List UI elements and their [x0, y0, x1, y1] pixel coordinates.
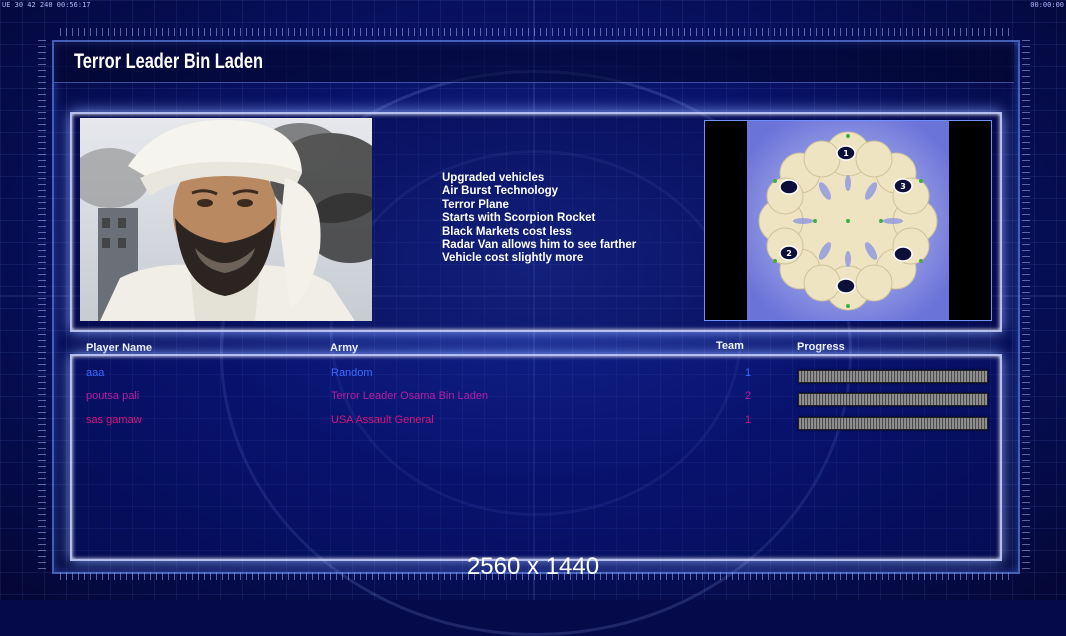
hud-top-left-readout: UE 30 42 240 00:56:17	[2, 1, 91, 9]
start-position-1: 1	[843, 149, 849, 158]
player-team: 1	[745, 367, 752, 379]
general-features-list: Upgraded vehicles Air Burst Technology T…	[442, 172, 636, 266]
header-team: Team	[716, 340, 744, 352]
feature-item: Vehicle cost slightly more	[442, 252, 584, 265]
table-row: poutsa pali Terror Leader Osama Bin Lade…	[86, 390, 996, 410]
player-name: aaa	[86, 367, 105, 379]
player-name: sas gamaw	[86, 414, 142, 426]
player-team: 2	[745, 390, 752, 402]
feature-item: Upgraded vehicles	[442, 172, 545, 184]
resolution-label: 2560 x 1440	[466, 553, 600, 580]
feature-item: Terror Plane	[442, 198, 509, 211]
hud-top-right-readout: 00:00:00	[1030, 1, 1064, 9]
player-army: Random	[331, 367, 373, 379]
player-army: USA Assault General	[331, 414, 434, 426]
map-preview: 1 2 3	[704, 120, 992, 321]
general-title: Terror Leader Bin Laden	[74, 50, 264, 73]
start-position-2: 2	[786, 249, 792, 258]
player-progress-bar	[798, 393, 988, 406]
player-progress-bar	[798, 370, 988, 383]
table-row: sas gamaw USA Assault General 1	[86, 414, 996, 434]
table-row: aaa Random 1	[86, 367, 996, 387]
ruler-top	[60, 28, 1010, 36]
header-player-name: Player Name	[86, 342, 153, 354]
feature-item: Starts with Scorpion Rocket	[442, 212, 596, 225]
ruler-right	[1022, 40, 1030, 570]
player-name: poutsa pali	[86, 390, 140, 402]
header-army: Army	[330, 342, 359, 354]
player-army: Terror Leader Osama Bin Laden	[331, 390, 489, 402]
general-portrait	[80, 118, 372, 321]
feature-item: Black Markets cost less	[442, 225, 572, 238]
player-team: 1	[745, 414, 752, 426]
feature-item: Air Burst Technology	[442, 185, 559, 198]
feature-item: Radar Van allows him to see farther	[442, 239, 637, 252]
start-position-3: 3	[900, 182, 906, 191]
player-progress-bar	[798, 417, 988, 430]
header-progress: Progress	[797, 341, 845, 353]
ruler-left	[38, 40, 46, 570]
portrait-image	[80, 118, 372, 321]
map-image: 1 2 3	[747, 121, 949, 320]
